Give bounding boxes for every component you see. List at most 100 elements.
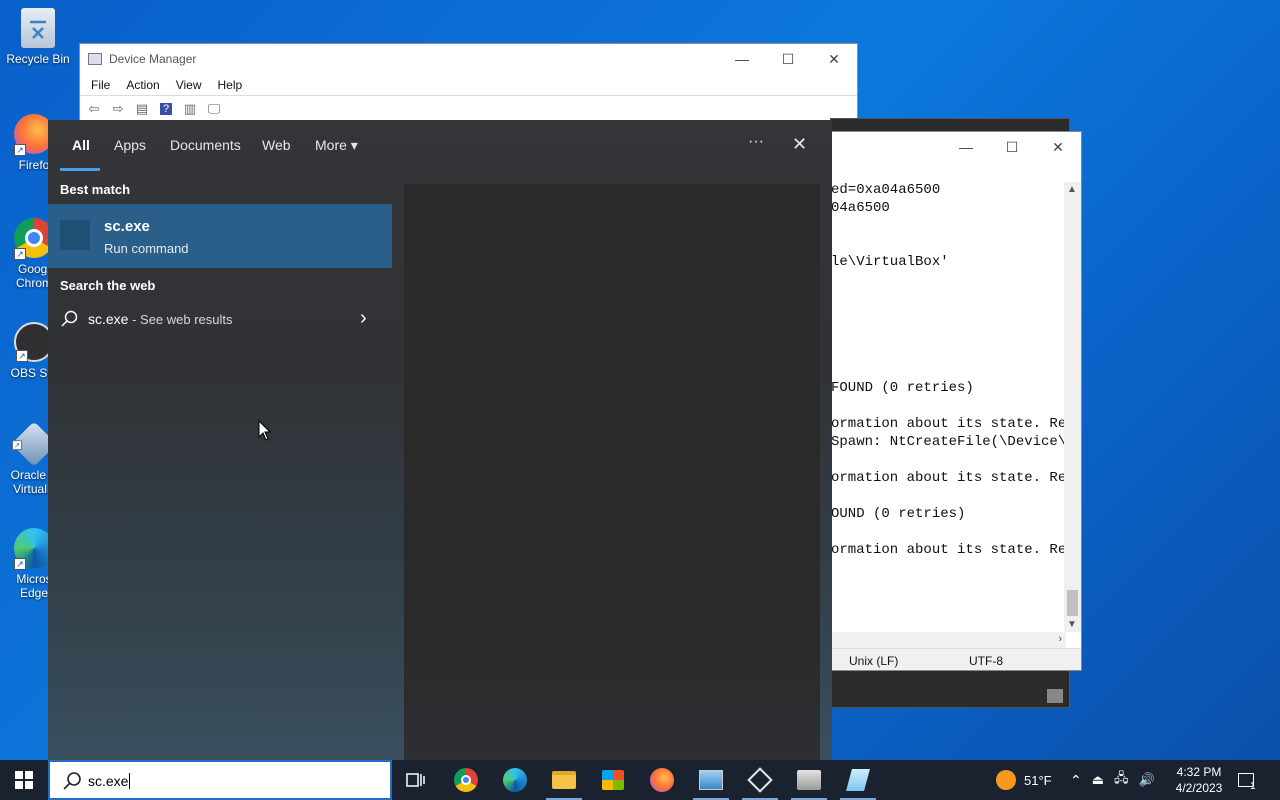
vertical-scrollbar[interactable]: ▲ ▼ [1064,182,1081,632]
editor-line: FOUND (0 retries) [831,380,974,396]
taskbar-notepad[interactable] [834,760,882,800]
forward-icon[interactable]: ⇨ [108,100,128,118]
minimize-button[interactable]: — [719,44,765,74]
editor-line: Spawn: NtCreateFile(\Device\V [831,434,1065,450]
properties-icon[interactable]: ▤ [132,100,152,118]
maximize-button[interactable]: ☐ [989,132,1035,162]
horizontal-scrollbar[interactable]: › [831,632,1066,649]
taskbar-control-panel[interactable] [687,760,735,800]
best-match-item[interactable]: sc.exe Run command [48,204,392,268]
device-manager-icon [88,53,102,65]
device-manager-icon [797,770,821,790]
store-icon [602,770,624,790]
text-editor-window[interactable]: — ☐ ✕ ed=0xa04a6500 04a6500 le\VirtualBox'… [830,131,1082,671]
menu-action[interactable]: Action [118,78,167,92]
back-icon[interactable]: ⇦ [84,100,104,118]
line-ending-status: Unix (LF) [849,654,899,668]
editor-line: ormation about its state. Reb [831,416,1065,432]
web-result-text: sc.exe - See web results [88,311,233,327]
chevron-right-icon[interactable]: › [360,307,367,330]
task-view-icon [406,773,425,787]
editor-line: le\VirtualBox' [831,254,949,270]
taskbar-device-manager[interactable] [785,760,833,800]
tab-web[interactable]: Web [262,137,291,153]
encoding-status: UTF-8 [969,654,1003,668]
notepad-icon [846,769,870,791]
desktop-icon-recycle-bin[interactable]: Recycle Bin [0,8,76,66]
taskbar-store[interactable] [589,760,637,800]
app-icon [60,220,90,250]
preview-pane [404,184,820,760]
editor-line: ormation about its state. Reb [831,470,1065,486]
editor-line: ormation about its state. Reb [831,542,1065,558]
folder-icon [552,771,576,789]
scroll-right-icon[interactable]: › [1058,633,1062,645]
maximize-button[interactable]: ☐ [765,44,811,74]
view-icon[interactable]: ▥ [180,100,200,118]
clock-time: 4:32 PM [1176,765,1222,779]
notification-button[interactable]: 1 [1238,760,1256,800]
editor-line: OUND (0 retries) [831,506,966,522]
tab-apps[interactable]: Apps [114,137,146,153]
search-results: Best match sc.exe Run command Search the… [48,172,392,760]
tab-all[interactable]: All [72,137,90,153]
taskbar-edge[interactable] [491,760,539,800]
chrome-icon [454,768,478,792]
taskbar-file-explorer[interactable] [540,760,588,800]
text-caret [129,773,131,789]
help-icon[interactable]: ? [156,100,176,118]
menu-bar: File Action View Help [80,74,857,96]
tab-documents[interactable]: Documents [170,137,241,153]
notification-icon [1238,773,1254,787]
usb-icon[interactable]: ⏏ [1092,772,1104,788]
recycle-bin-icon [21,8,55,48]
taskbar-task-view[interactable] [392,760,440,800]
minimize-button[interactable]: — [943,132,989,162]
taskbar-virtualbox[interactable] [736,760,784,800]
scrollbar-thumb[interactable] [1067,590,1078,616]
network-icon[interactable]: 🖧 [1114,769,1129,791]
firefox-icon [650,768,674,792]
best-match-type: Run command [104,241,189,256]
edge-icon [503,768,527,792]
tab-more[interactable]: More ▾ [315,137,358,154]
close-button[interactable]: ✕ [811,44,857,74]
window-icon [1047,689,1063,703]
sun-icon [996,770,1016,790]
editor-line: 04a6500 [831,200,890,216]
volume-icon[interactable]: 🔊 [1139,772,1155,788]
taskbar-search-box[interactable]: sc.exe [48,760,392,800]
chevron-up-icon[interactable]: ⌃ [1070,772,1082,789]
web-result-item[interactable]: sc.exe - See web results › [48,304,392,334]
menu-view[interactable]: View [168,78,210,92]
mouse-cursor-icon [258,420,272,441]
taskbar-firefox[interactable] [638,760,686,800]
search-query-text: sc.exe [88,773,129,789]
windows-icon [15,771,33,789]
system-tray: ⌃ ⏏ 🖧 🔊 [1070,760,1155,800]
scroll-down-icon[interactable]: ▼ [1067,619,1077,630]
monitor-icon[interactable]: 🖵 [204,100,224,118]
start-button[interactable] [0,760,48,800]
taskbar-chrome[interactable] [442,760,490,800]
control-panel-icon [699,770,723,790]
more-options-button[interactable]: ··· [748,133,764,151]
clock-date: 4/2/2023 [1175,781,1223,795]
weather-widget[interactable]: 51°F [996,760,1052,800]
clock[interactable]: 4:32 PM 4/2/2023 [1170,760,1228,800]
menu-file[interactable]: File [83,78,118,92]
menu-help[interactable]: Help [210,78,251,92]
close-button[interactable]: ✕ [1035,132,1081,162]
scroll-up-icon[interactable]: ▲ [1067,184,1077,195]
close-button[interactable]: ✕ [792,134,807,155]
editor-text-area[interactable]: ed=0xa04a6500 04a6500 le\VirtualBox' FOUND … [831,182,1065,632]
search-input[interactable]: sc.exe [88,773,131,789]
